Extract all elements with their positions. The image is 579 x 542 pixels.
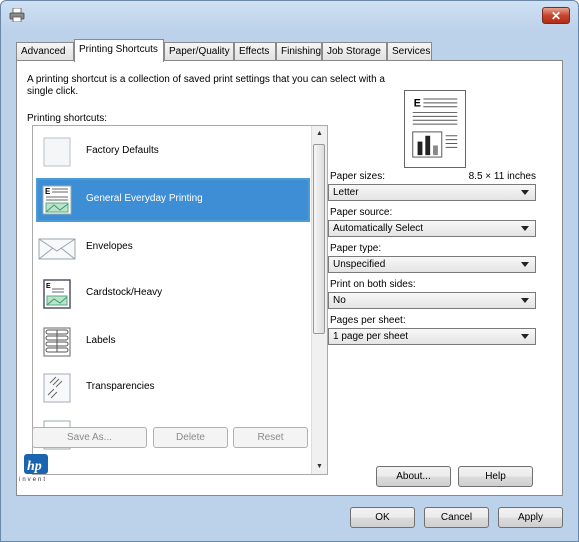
general-document-icon: E — [42, 185, 72, 215]
list-item-factory-defaults[interactable]: Factory Defaults — [36, 130, 310, 174]
title-bar: ✕ — [1, 1, 578, 31]
pages-per-sheet-select[interactable]: 1 page per sheet — [328, 328, 536, 345]
svg-text:invent: invent — [19, 477, 47, 482]
list-item-cardstock-heavy[interactable]: E Cardstock/Heavy — [36, 272, 310, 316]
svg-text:E: E — [45, 187, 51, 196]
list-item-label: Envelopes — [86, 241, 133, 252]
cardstock-icon: E — [43, 279, 71, 309]
save-as-button[interactable]: Save As... — [32, 427, 147, 448]
chevron-down-icon — [521, 190, 529, 195]
list-item-labels[interactable]: Labels — [36, 320, 310, 364]
print-both-sides-select[interactable]: No — [328, 292, 536, 309]
print-both-sides-value: No — [333, 295, 346, 306]
ok-button[interactable]: OK — [350, 507, 415, 528]
paper-type-label: Paper type: — [330, 243, 382, 254]
chevron-down-icon — [521, 262, 529, 267]
paper-type-value: Unspecified — [333, 259, 386, 270]
list-item-label: Labels — [86, 335, 116, 346]
chevron-down-icon — [521, 226, 529, 231]
paper-size-dimensions: 8.5 × 11 inches — [468, 171, 536, 182]
list-item-label: Factory Defaults — [86, 145, 159, 156]
chevron-down-icon — [521, 334, 529, 339]
list-item-general-everyday-printing[interactable]: E General Everyday Printing — [36, 178, 310, 222]
labels-icon — [43, 327, 71, 357]
panel-description: A printing shortcut is a collection of s… — [27, 74, 385, 97]
print-both-sides-label: Print on both sides: — [330, 279, 416, 290]
pages-per-sheet-value: 1 page per sheet — [333, 331, 409, 342]
tab-effects[interactable]: Effects — [234, 42, 276, 60]
paper-size-value: Letter — [333, 187, 359, 198]
delete-button[interactable]: Delete — [153, 427, 228, 448]
apply-button[interactable]: Apply — [498, 507, 563, 528]
close-button[interactable]: ✕ — [542, 7, 570, 24]
svg-text:hp: hp — [27, 459, 42, 474]
printer-icon — [9, 8, 25, 22]
paper-source-label: Paper source: — [330, 207, 393, 218]
envelope-icon — [38, 238, 76, 260]
print-properties-window: ✕ Advanced Printing Shortcuts Paper/Qual… — [0, 0, 579, 542]
about-button[interactable]: About... — [376, 466, 451, 487]
tab-job-storage[interactable]: Job Storage — [322, 42, 387, 60]
list-scrollbar[interactable]: ▲ ▼ — [311, 126, 327, 474]
blank-page-icon — [43, 137, 71, 167]
printing-shortcuts-panel: A printing shortcut is a collection of s… — [16, 60, 563, 496]
shortcuts-list[interactable]: Factory Defaults E General Everyday Prin… — [32, 125, 328, 475]
scroll-thumb[interactable] — [313, 144, 325, 334]
svg-text:E: E — [46, 283, 51, 290]
svg-text:E: E — [414, 98, 421, 110]
paper-sizes-label: Paper sizes: — [330, 171, 386, 182]
document-preview-icon: E — [404, 90, 466, 168]
tab-finishing[interactable]: Finishing — [276, 42, 322, 60]
list-item-label: Transparencies — [86, 381, 155, 392]
scroll-down-arrow-icon[interactable]: ▼ — [312, 459, 327, 474]
list-item-envelopes[interactable]: Envelopes — [36, 226, 310, 270]
cancel-button[interactable]: Cancel — [424, 507, 489, 528]
list-item-label: General Everyday Printing — [86, 193, 203, 204]
list-item-label: Cardstock/Heavy — [86, 287, 163, 298]
tab-printing-shortcuts[interactable]: Printing Shortcuts — [74, 39, 164, 62]
paper-type-select[interactable]: Unspecified — [328, 256, 536, 273]
transparency-icon — [43, 373, 71, 403]
help-button[interactable]: Help — [458, 466, 533, 487]
paper-source-value: Automatically Select — [333, 223, 424, 234]
paper-size-select[interactable]: Letter — [328, 184, 536, 201]
hp-logo: hp invent — [19, 454, 48, 482]
paper-source-select[interactable]: Automatically Select — [328, 220, 536, 237]
chevron-down-icon — [521, 298, 529, 303]
close-icon: ✕ — [550, 9, 562, 23]
scroll-up-arrow-icon[interactable]: ▲ — [312, 126, 327, 141]
printing-shortcuts-label: Printing shortcuts: — [27, 113, 108, 124]
tab-services[interactable]: Services — [387, 42, 432, 60]
list-item-transparencies[interactable]: Transparencies — [36, 366, 310, 410]
reset-button[interactable]: Reset — [233, 427, 308, 448]
dialog-footer: OK Cancel Apply — [1, 497, 578, 542]
tab-advanced[interactable]: Advanced — [16, 42, 74, 60]
pages-per-sheet-label: Pages per sheet: — [330, 315, 406, 326]
tab-paper-quality[interactable]: Paper/Quality — [164, 42, 234, 60]
